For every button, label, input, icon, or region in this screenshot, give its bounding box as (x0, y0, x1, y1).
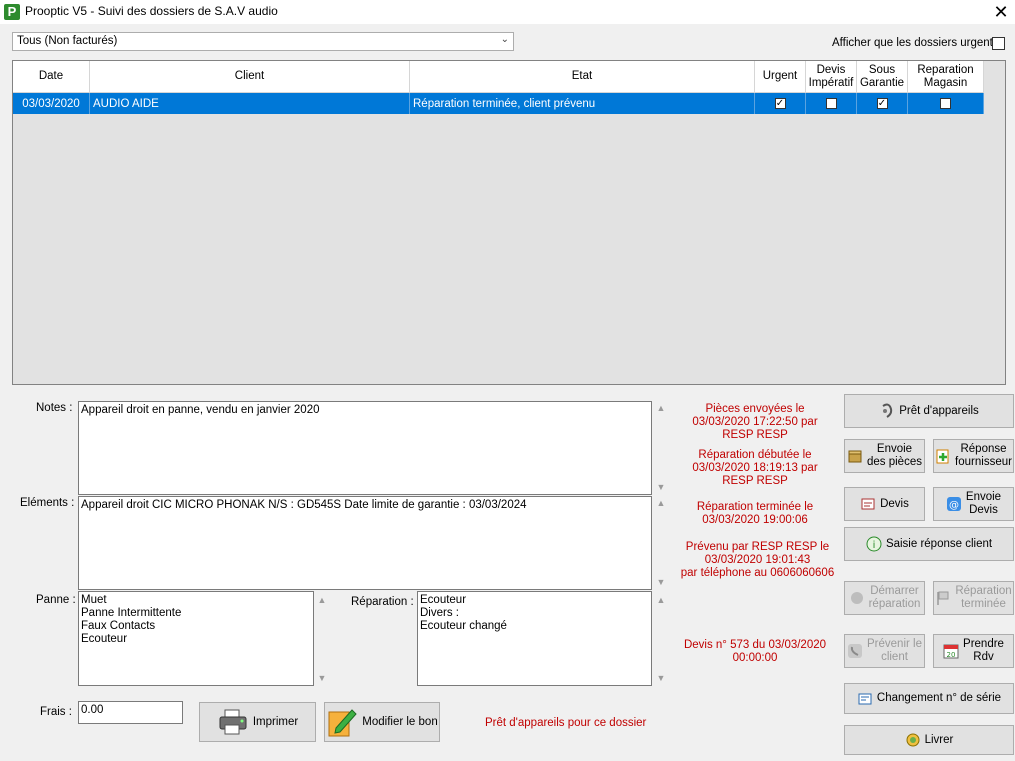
reparation-terminee-button[interactable]: Réparation terminée (933, 581, 1014, 615)
imprimer-button[interactable]: Imprimer (199, 702, 316, 742)
urgent-only-checkbox[interactable] (992, 37, 1005, 50)
deliver-icon (905, 732, 921, 748)
envoie-pieces-button[interactable]: Envoie des pièces (844, 439, 925, 473)
saisie-reponse-client-button[interactable]: i Saisie réponse client (844, 527, 1014, 561)
printer-icon (217, 708, 249, 736)
status-filter-select[interactable]: Tous (Non facturés) ⌄ (12, 32, 514, 51)
modifier-bon-button[interactable]: Modifier le bon (324, 702, 440, 742)
package-icon (847, 448, 863, 464)
elements-scroll-down-icon[interactable]: ▼ (654, 577, 668, 587)
col-devis-header[interactable]: Devis Impératif (806, 61, 857, 93)
cell-client: AUDIO AIDE (90, 93, 410, 114)
reparation-textarea[interactable]: Ecouteur Divers : Ecouteur changé (417, 591, 652, 686)
panne-label: Panne : (36, 594, 76, 606)
panne-textarea[interactable]: Muet Panne Intermittente Faux Contacts E… (78, 591, 314, 686)
col-client-header[interactable]: Client (90, 61, 410, 93)
elements-textarea[interactable]: Appareil droit CIC MICRO PHONAK N/S : GD… (78, 496, 652, 590)
reponse-fournisseur-button[interactable]: Réponse fournisseur (933, 439, 1014, 473)
notes-textarea[interactable]: Appareil droit en panne, vendu en janvie… (78, 401, 652, 495)
frais-input[interactable]: 0.00 (78, 701, 183, 724)
col-garantie-header[interactable]: Sous Garantie (857, 61, 908, 93)
devis-imperatif-checkbox[interactable] (825, 98, 837, 109)
reparation-debutee-status: Réparation débutée le 03/03/2020 18:19:1… (692, 449, 818, 487)
cell-sous-garantie: ✓ (857, 93, 908, 114)
reparation-magasin-checkbox[interactable] (940, 98, 951, 109)
reparation-scroll-down-icon[interactable]: ▼ (654, 673, 668, 683)
finish-flag-icon (935, 590, 951, 606)
pret-status-text: Prêt d'appareils pour ce dossier (485, 717, 647, 729)
hearing-aid-icon (879, 403, 895, 419)
edit-document-icon (326, 706, 358, 738)
demarrer-reparation-button[interactable]: Démarrer réparation (844, 581, 925, 615)
email-icon: @ (946, 496, 962, 512)
prendre-rdv-button[interactable]: 20 Prendre Rdv (933, 634, 1014, 668)
chevron-down-icon: ⌄ (500, 34, 509, 45)
col-date-header[interactable]: Date (13, 61, 90, 93)
cell-devis-imperatif (806, 93, 857, 114)
window-title: Prooptic V5 - Suivi des dossiers de S.A.… (25, 4, 278, 18)
cell-date: 03/03/2020 (13, 93, 90, 114)
grid-header: Date Client Etat Urgent Devis Impératif S… (13, 61, 984, 93)
phone-icon (847, 643, 863, 659)
prevenir-client-button[interactable]: Prévenir le client (844, 634, 925, 668)
livrer-button[interactable]: Livrer (844, 725, 1014, 755)
panne-scroll-down-icon[interactable]: ▼ (315, 673, 329, 683)
calendar-icon: 20 (943, 643, 959, 659)
urgent-only-label: Afficher que les dossiers urgents (832, 37, 999, 49)
reparation-scroll-up-icon[interactable]: ▲ (654, 595, 668, 605)
close-window-button[interactable]: ✕ (990, 2, 1012, 22)
status-filter-value: Tous (Non facturés) (17, 35, 118, 47)
table-row[interactable]: 03/03/2020 AUDIO AIDE Réparation terminé… (13, 93, 984, 114)
pieces-envoyees-status: Pièces envoyées le 03/03/2020 17:22:50 p… (692, 403, 818, 441)
devis-button[interactable]: Devis (844, 487, 925, 521)
notes-scroll-up-icon[interactable]: ▲ (654, 403, 668, 413)
app-logo-icon: P (4, 4, 20, 20)
frais-label: Frais : (40, 706, 72, 718)
dossiers-grid[interactable]: Date Client Etat Urgent Devis Impératif S… (12, 60, 1006, 385)
envoie-devis-button[interactable]: @ Envoie Devis (933, 487, 1014, 521)
prevenu-status: Prévenu par RESP RESP le 03/03/2020 19:0… (680, 541, 835, 579)
add-document-icon (935, 448, 951, 464)
elements-label: Eléments : (20, 497, 75, 509)
cell-reparation-magasin (908, 93, 984, 114)
reparation-label: Réparation : (351, 596, 414, 608)
changement-serie-button[interactable]: Changement n° de série (844, 683, 1014, 714)
quote-document-icon (860, 496, 876, 512)
cell-etat: Réparation terminée, client prévenu (410, 93, 755, 114)
svg-text:20: 20 (947, 651, 956, 659)
notes-label: Notes : (36, 402, 73, 414)
urgent-checkbox[interactable]: ✓ (774, 98, 786, 109)
svg-text:@: @ (949, 500, 959, 511)
col-magasin-header[interactable]: Reparation Magasin (908, 61, 984, 93)
col-urgent-header[interactable]: Urgent (755, 61, 806, 93)
pret-appareils-button[interactable]: Prêt d'appareils (844, 394, 1014, 428)
cell-urgent: ✓ (755, 93, 806, 114)
reparation-terminee-status: Réparation terminée le 03/03/2020 19:00:… (696, 501, 814, 526)
info-icon: i (866, 536, 882, 552)
devis-status: Devis n° 573 du 03/03/2020 00:00:00 (683, 639, 827, 664)
start-repair-icon (849, 590, 865, 606)
notes-scroll-down-icon[interactable]: ▼ (654, 482, 668, 492)
elements-scroll-up-icon[interactable]: ▲ (654, 498, 668, 508)
col-etat-header[interactable]: Etat (410, 61, 755, 93)
panne-scroll-up-icon[interactable]: ▲ (315, 595, 329, 605)
serial-number-icon (857, 691, 873, 707)
svg-text:i: i (873, 540, 876, 551)
sous-garantie-checkbox[interactable]: ✓ (876, 98, 888, 109)
